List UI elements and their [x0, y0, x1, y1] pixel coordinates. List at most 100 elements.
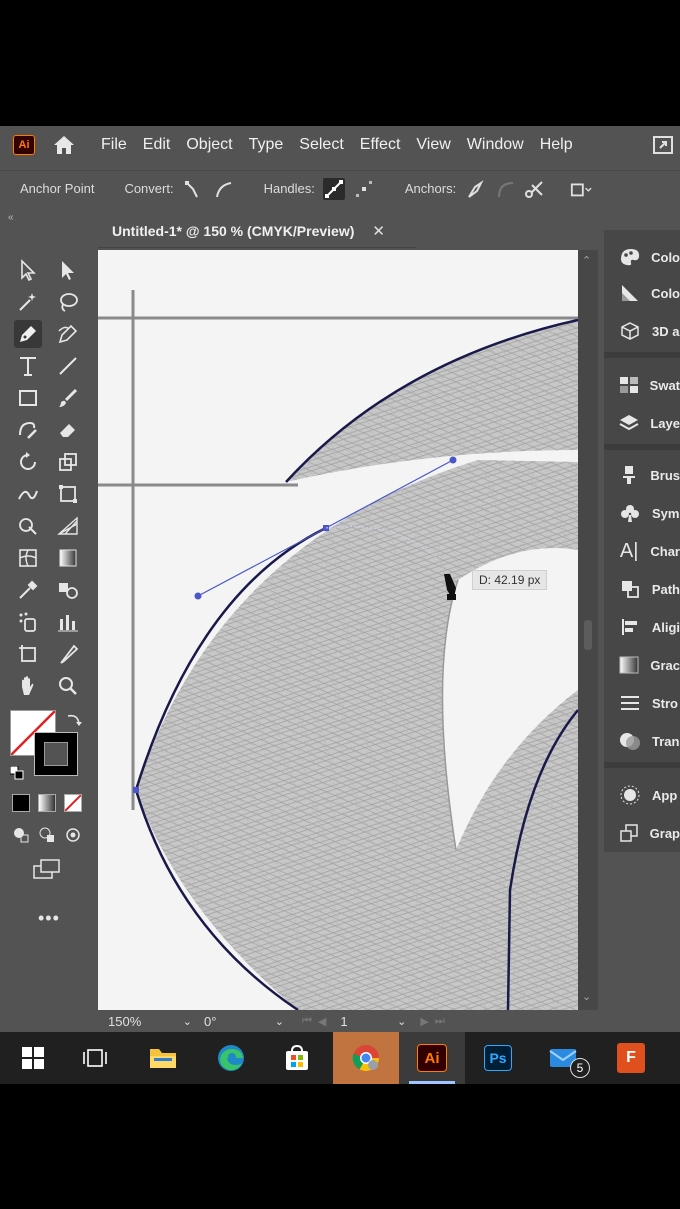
connect-anchor-icon[interactable]	[494, 178, 516, 200]
slice-tool-icon[interactable]	[54, 640, 82, 668]
f-app-button[interactable]: F	[598, 1032, 664, 1084]
rectangle-tool-icon[interactable]	[14, 384, 42, 412]
menu-type[interactable]: Type	[241, 126, 292, 164]
task-view-button[interactable]	[62, 1032, 128, 1084]
none-mode-icon[interactable]	[64, 794, 82, 812]
rotation-field[interactable]: 0° ⌄	[204, 1014, 284, 1029]
last-artboard-icon[interactable]: ⏭	[435, 1015, 445, 1028]
panel-pathfinder[interactable]: Path	[604, 572, 680, 606]
color-mode-icon[interactable]	[12, 794, 30, 812]
stroke-swatch[interactable]	[34, 732, 78, 776]
scroll-down-icon[interactable]: ⌄	[582, 990, 591, 1003]
rotate-tool-icon[interactable]	[14, 448, 42, 476]
scroll-up-icon[interactable]: ⌃	[582, 254, 591, 267]
shaper-tool-icon[interactable]	[14, 416, 42, 444]
panel-character[interactable]: A| Char	[604, 534, 680, 568]
width-tool-icon[interactable]	[14, 480, 42, 508]
scale-tool-icon[interactable]	[54, 448, 82, 476]
panel-symbols[interactable]: Sym	[604, 496, 680, 530]
zoom-tool-icon[interactable]	[54, 672, 82, 700]
artboard-dropdown-icon[interactable]: ⌄	[397, 1015, 406, 1028]
next-artboard-icon[interactable]: ▶	[420, 1015, 428, 1028]
draw-behind-icon[interactable]	[38, 826, 56, 844]
edge-button[interactable]	[198, 1032, 264, 1084]
first-artboard-icon[interactable]: ⏮	[302, 1015, 312, 1028]
cut-path-icon[interactable]	[524, 178, 546, 200]
menu-select[interactable]: Select	[291, 126, 351, 164]
panel-appearance[interactable]: App	[604, 778, 680, 812]
gradient-tool-icon[interactable]	[54, 544, 82, 572]
menu-effect[interactable]: Effect	[352, 126, 409, 164]
previous-artboard-icon[interactable]: ◀	[318, 1015, 326, 1028]
vertical-scrollbar[interactable]: ⌃ ⌄	[578, 250, 598, 1010]
artboard-tool-icon[interactable]	[14, 640, 42, 668]
hide-handles-icon[interactable]	[353, 178, 375, 200]
draw-normal-icon[interactable]	[12, 826, 30, 844]
menu-view[interactable]: View	[408, 126, 458, 164]
remove-anchor-icon[interactable]	[464, 178, 486, 200]
chrome-button[interactable]	[333, 1032, 399, 1084]
file-explorer-button[interactable]	[130, 1032, 196, 1084]
perspective-grid-tool-icon[interactable]	[54, 512, 82, 540]
panel-transparency[interactable]: Tran	[604, 724, 680, 758]
panel-graphic-styles[interactable]: Grap	[604, 816, 680, 850]
illustrator-taskbar-button[interactable]: Ai	[399, 1032, 465, 1084]
magic-wand-tool-icon[interactable]	[14, 288, 42, 316]
panel-brushes[interactable]: Brus	[604, 458, 680, 492]
panel-stroke[interactable]: Stro	[604, 686, 680, 720]
home-icon[interactable]	[51, 133, 77, 157]
panel-gradient[interactable]: Grac	[604, 648, 680, 682]
default-fill-stroke-icon[interactable]	[9, 765, 24, 780]
pen-tool-icon[interactable]	[14, 320, 42, 348]
panel-color-guide[interactable]: Colo	[604, 276, 680, 310]
free-transform-tool-icon[interactable]	[54, 480, 82, 508]
blend-tool-icon[interactable]	[54, 576, 82, 604]
panel-color[interactable]: Colo	[604, 240, 680, 274]
symbol-sprayer-tool-icon[interactable]	[14, 608, 42, 636]
panel-layers[interactable]: Laye	[604, 406, 680, 440]
menu-edit[interactable]: Edit	[135, 126, 179, 164]
edit-toolbar-icon[interactable]: •••	[38, 908, 60, 929]
selection-tool-icon[interactable]	[14, 256, 42, 284]
share-icon[interactable]	[652, 134, 674, 156]
mesh-tool-icon[interactable]	[14, 544, 42, 572]
photoshop-button[interactable]: Ps	[465, 1032, 531, 1084]
gradient-mode-icon[interactable]	[38, 794, 56, 812]
menu-object[interactable]: Object	[178, 126, 240, 164]
column-graph-tool-icon[interactable]	[54, 608, 82, 636]
collapse-panel-icon[interactable]: «	[8, 212, 14, 223]
close-tab-icon[interactable]: ✕	[372, 222, 385, 240]
start-button[interactable]	[0, 1032, 66, 1084]
paintbrush-tool-icon[interactable]	[54, 384, 82, 412]
eraser-tool-icon[interactable]	[54, 416, 82, 444]
panel-swatches[interactable]: Swat	[604, 368, 680, 402]
microsoft-store-button[interactable]	[264, 1032, 330, 1084]
rotation-dropdown-icon[interactable]: ⌄	[275, 1015, 284, 1028]
isolate-object-icon[interactable]	[570, 178, 592, 200]
shape-builder-tool-icon[interactable]	[14, 512, 42, 540]
document-tab[interactable]: Untitled-1* @ 150 % (CMYK/Preview) ✕	[98, 214, 416, 248]
type-tool-icon[interactable]	[14, 352, 42, 380]
artboard-number-field[interactable]: 1 ⌄	[340, 1014, 406, 1029]
line-tool-icon[interactable]	[54, 352, 82, 380]
curvature-tool-icon[interactable]	[54, 320, 82, 348]
screen-mode-icon[interactable]	[32, 858, 62, 880]
eyedropper-tool-icon[interactable]	[14, 576, 42, 604]
panel-3d[interactable]: 3D a	[604, 314, 680, 348]
show-handles-icon[interactable]	[322, 177, 345, 200]
mail-button[interactable]: 5	[532, 1032, 598, 1084]
scroll-thumb[interactable]	[584, 620, 592, 650]
draw-inside-icon[interactable]	[64, 826, 82, 844]
swap-fill-stroke-icon[interactable]	[64, 710, 84, 730]
menu-help[interactable]: Help	[532, 126, 581, 164]
artboard[interactable]: D: 42.19 px	[98, 250, 578, 1010]
zoom-dropdown-icon[interactable]: ⌄	[183, 1015, 192, 1028]
panel-align[interactable]: Aligi	[604, 610, 680, 644]
convert-corner-icon[interactable]	[182, 178, 204, 200]
convert-smooth-icon[interactable]	[212, 178, 234, 200]
lasso-tool-icon[interactable]	[54, 288, 82, 316]
canvas-area[interactable]: D: 42.19 px ⌃ ⌄	[98, 250, 598, 1010]
menu-window[interactable]: Window	[459, 126, 532, 164]
direct-selection-tool-icon[interactable]	[54, 256, 82, 284]
menu-file[interactable]: File	[93, 126, 135, 164]
